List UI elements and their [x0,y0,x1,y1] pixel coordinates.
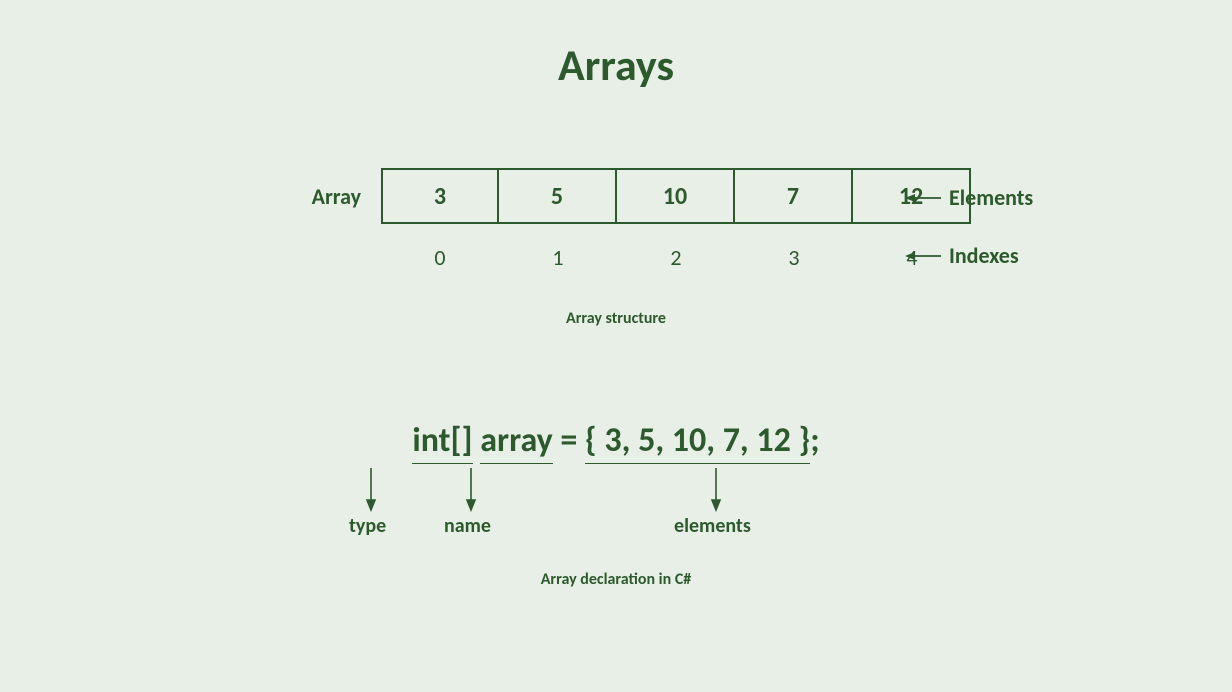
arrow-left-icon [905,249,941,263]
array-label: Array [261,183,361,210]
anno-elements: elements [674,514,751,538]
array-declaration-diagram: int[] array = { 3, 5, 10, 7, 12 }; type … [0,420,1232,589]
index-cell: 2 [617,244,735,271]
arrow-left-icon [905,191,941,205]
index-cell: 0 [381,244,499,271]
index-cell: 3 [735,244,853,271]
array-cell: 10 [617,168,735,224]
decl-equals: = [553,420,585,461]
annotation-arrows [316,464,916,514]
decl-name: array [480,420,552,464]
array-cells: 3 5 10 7 12 [381,168,971,224]
anno-name: name [444,514,491,538]
decl-terminator: ; [810,420,819,461]
decl-elements: { 3, 5, 10, 7, 12 } [585,420,810,464]
elements-pointer: Elements [905,184,1033,211]
array-cell: 5 [499,168,617,224]
index-cells: 0 1 2 3 4 [381,244,971,271]
decl-type: int[] [412,420,472,464]
declaration-caption: Array declaration in C# [0,570,1232,589]
array-cell: 3 [381,168,499,224]
array-structure-diagram: Array 3 5 10 7 12 Elements 0 1 2 3 4 [0,168,1232,328]
page-title: Arrays [0,38,1232,92]
elements-label: Elements [949,184,1033,211]
anno-type: type [349,514,386,538]
indexes-pointer: Indexes [905,242,1019,269]
indexes-label: Indexes [949,242,1019,269]
array-cell: 7 [735,168,853,224]
structure-caption: Array structure [0,309,1232,328]
index-cell: 1 [499,244,617,271]
declaration-code: int[] array = { 3, 5, 10, 7, 12 }; [412,420,819,464]
